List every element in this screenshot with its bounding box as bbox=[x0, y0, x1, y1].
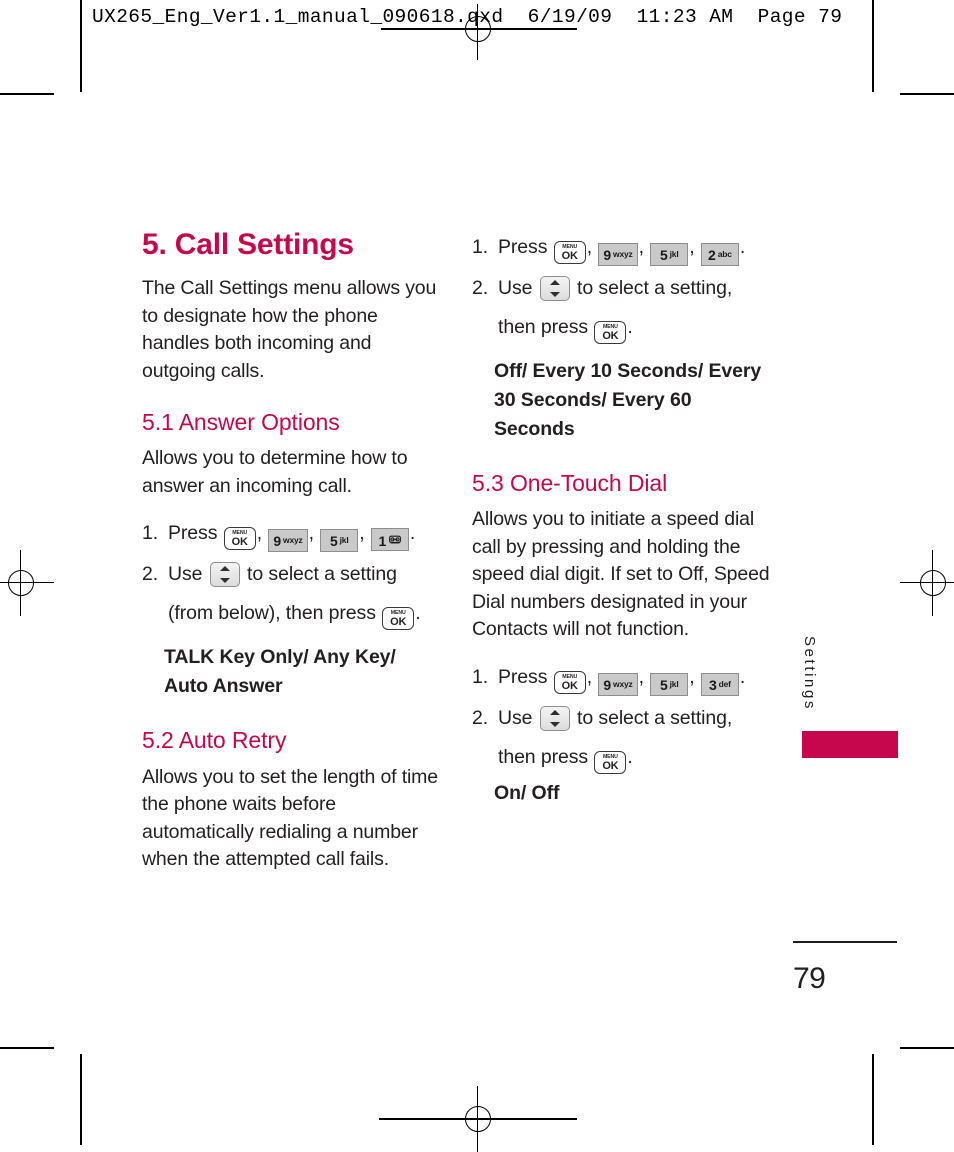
step-number: 1. bbox=[142, 522, 159, 545]
step-item: 2. Use to select a setting, then press M… bbox=[472, 699, 772, 777]
section-5-3-body: Allows you to initiate a speed dial call… bbox=[472, 508, 770, 641]
left-column: 5. Call Settings The Call Settings menu … bbox=[142, 228, 442, 880]
step-separator: , bbox=[638, 665, 644, 688]
section-5-3-options: On/ Off bbox=[494, 781, 560, 804]
step-separator: , bbox=[359, 522, 365, 545]
menu-ok-key-icon: MENU OK bbox=[553, 670, 586, 694]
section-heading-5-1: 5.1 Answer Options bbox=[142, 409, 340, 435]
section-5-1-steps: 1. Press MENU OK , 9 wxyz , 5 jkl , 1 . 2.… bbox=[142, 514, 442, 633]
step-text: Press bbox=[498, 665, 548, 688]
step-number: 2. bbox=[472, 706, 489, 729]
step-text: to select a setting, bbox=[577, 277, 733, 299]
digit-key-5-icon: 5 jkl bbox=[650, 243, 689, 266]
step-text: Use bbox=[498, 706, 533, 729]
step-end-period: . bbox=[627, 745, 633, 768]
step-text: (from below), then press bbox=[168, 602, 376, 625]
step-text: to select a setting, bbox=[577, 706, 733, 729]
section-5-2-steps: 1. Press MENU OK , 9 wxyz , 5 jkl , 2 abc .… bbox=[472, 228, 772, 347]
menu-ok-key-icon: MENU OK bbox=[594, 321, 627, 344]
step-number: 2. bbox=[142, 563, 159, 586]
digit-key-5-icon: 5 jkl bbox=[650, 672, 689, 696]
section-5-1-body: Allows you to determine how to answer an… bbox=[142, 447, 408, 497]
step-item: 1. Press MENU OK , 9 wxyz , 5 jkl , 3 def . bbox=[472, 658, 772, 697]
section-5-2-body: Allows you to set the length of time the… bbox=[142, 765, 438, 871]
section-5-2-options: Off/ Every 10 Seconds/ Every 30 Seconds/… bbox=[494, 360, 762, 440]
step-separator: , bbox=[689, 236, 695, 258]
step-end-period: . bbox=[739, 236, 746, 258]
section-heading-5-3: 5.3 One-Touch Dial bbox=[472, 470, 668, 496]
digit-key-1-voicemail-icon: 1 bbox=[370, 528, 409, 552]
step-separator: , bbox=[586, 665, 593, 688]
digit-key-3-icon: 3 def bbox=[700, 672, 739, 696]
step-number: 1. bbox=[472, 665, 489, 688]
step-end-period: . bbox=[409, 522, 416, 545]
step-end-period: . bbox=[739, 665, 746, 688]
menu-ok-key-icon: MENU OK bbox=[382, 607, 415, 631]
step-item: 1. Press MENU OK , 9 wxyz , 5 jkl , 1 . bbox=[142, 514, 442, 553]
menu-ok-key-icon: MENU OK bbox=[553, 241, 586, 264]
step-item: 1. Press MENU OK , 9 wxyz , 5 jkl , 2 abc . bbox=[472, 228, 772, 267]
digit-key-9-icon: 9 wxyz bbox=[598, 672, 638, 696]
chapter-title: 5. Call Settings bbox=[142, 228, 354, 261]
step-separator: , bbox=[638, 236, 644, 258]
step-number: 1. bbox=[472, 236, 489, 258]
step-text: Press bbox=[168, 522, 218, 545]
manual-page: 5. Call Settings The Call Settings menu … bbox=[0, 0, 954, 1145]
step-text: to select a setting bbox=[247, 563, 397, 586]
step-text: Use bbox=[168, 563, 203, 586]
step-text: then press bbox=[498, 316, 589, 338]
step-separator: , bbox=[586, 236, 593, 258]
digit-key-2-icon: 2 abc bbox=[700, 243, 739, 266]
step-separator: , bbox=[308, 522, 314, 545]
menu-ok-key-icon: MENU OK bbox=[223, 527, 256, 551]
digit-key-9-icon: 9 wxyz bbox=[268, 529, 308, 553]
side-tab-color-block bbox=[802, 731, 898, 758]
step-text: Press bbox=[498, 236, 548, 258]
section-5-1-options: TALK Key Only/ Any Key/ Auto Answer bbox=[164, 646, 396, 698]
step-separator: , bbox=[689, 665, 695, 688]
step-end-period: . bbox=[415, 602, 421, 625]
chapter-intro-paragraph: The Call Settings menu allows you to des… bbox=[142, 277, 437, 382]
menu-ok-key-icon: MENU OK bbox=[594, 750, 627, 774]
footer-divider bbox=[793, 941, 897, 943]
navigation-key-icon bbox=[209, 562, 240, 588]
voicemail-icon bbox=[389, 529, 402, 549]
right-column: 1. Press MENU OK , 9 wxyz , 5 jkl , 2 abc .… bbox=[472, 228, 772, 808]
step-separator: , bbox=[256, 522, 263, 545]
navigation-key-icon bbox=[539, 276, 570, 301]
digit-key-9-icon: 9 wxyz bbox=[598, 243, 638, 266]
step-end-period: . bbox=[627, 316, 633, 338]
page-number: 79 bbox=[793, 962, 826, 995]
step-number: 2. bbox=[472, 277, 489, 299]
section-5-3-steps: 1. Press MENU OK , 9 wxyz , 5 jkl , 3 def .… bbox=[472, 658, 772, 777]
step-item: 2. Use to select a setting (from below),… bbox=[142, 555, 442, 633]
step-item: 2. Use to select a setting, then press M… bbox=[472, 269, 772, 347]
navigation-key-icon bbox=[539, 705, 570, 731]
digit-key-5-icon: 5 jkl bbox=[320, 529, 359, 553]
side-tab-label: Settings bbox=[801, 636, 818, 711]
section-heading-5-2: 5.2 Auto Retry bbox=[142, 727, 287, 754]
step-text: then press bbox=[498, 745, 589, 768]
step-text: Use bbox=[498, 277, 533, 299]
